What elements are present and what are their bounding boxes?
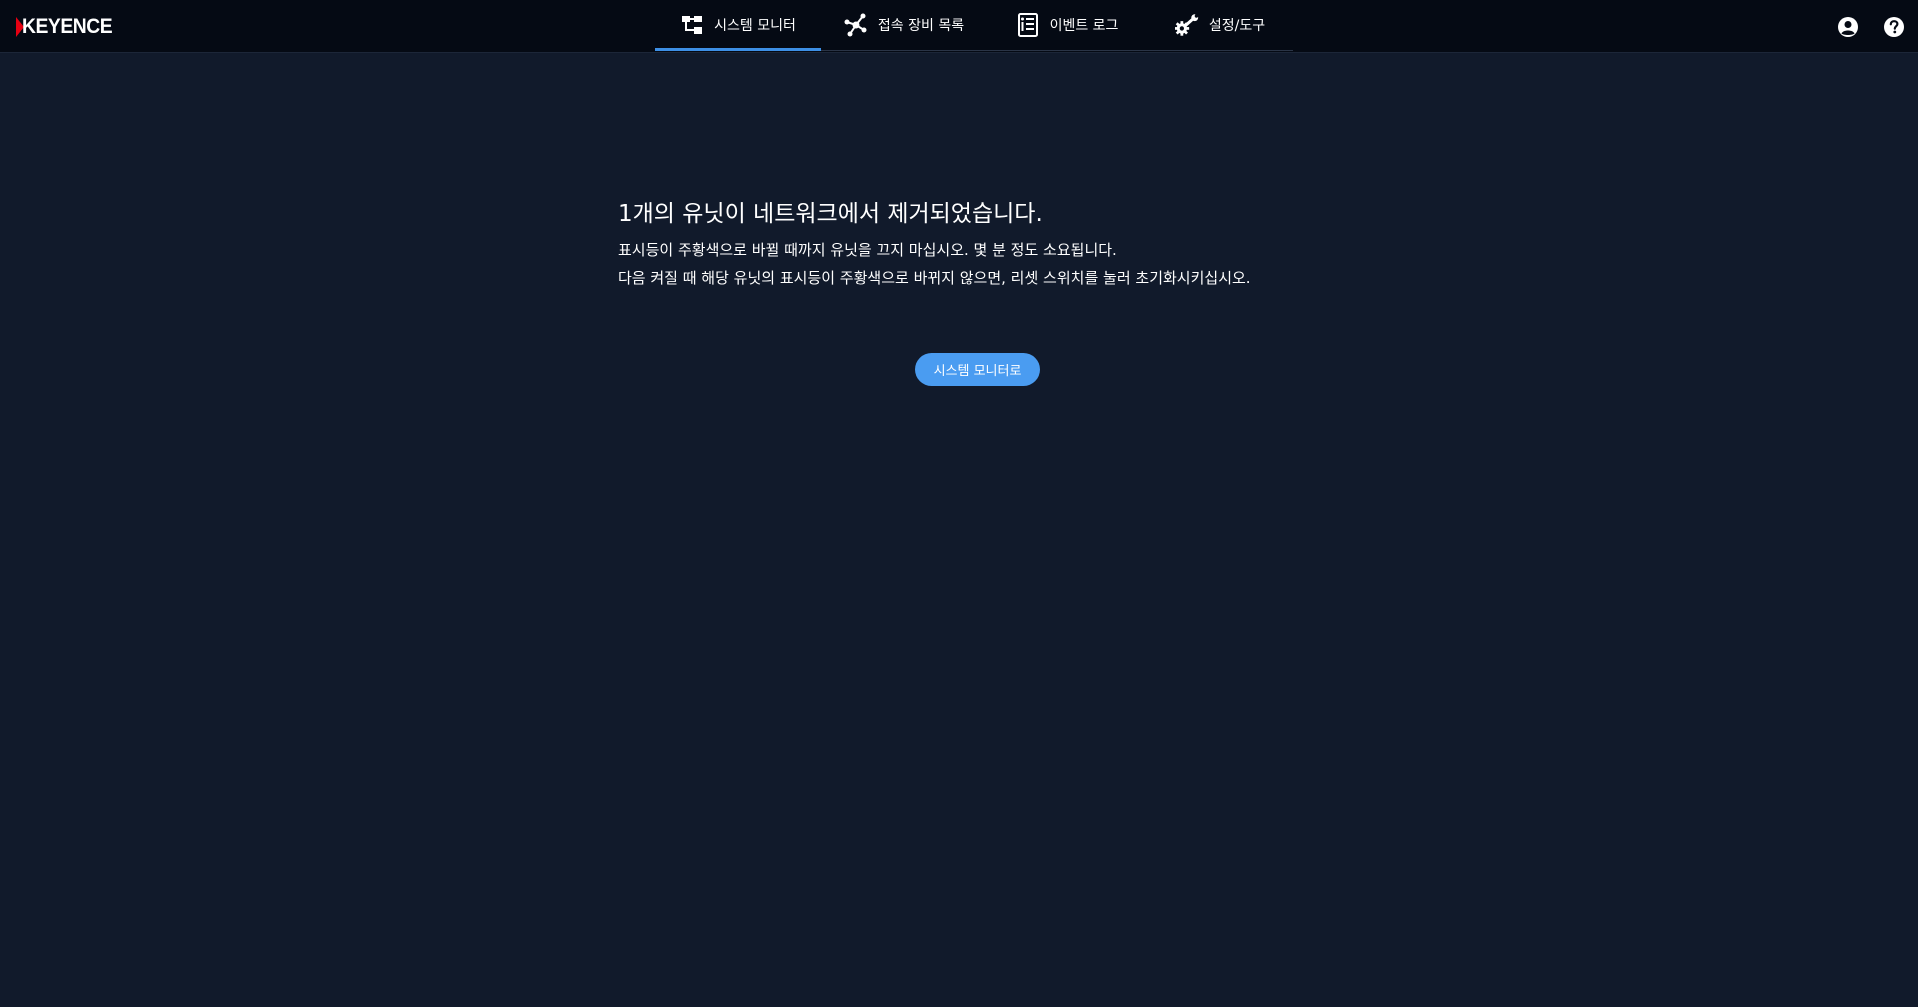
go-to-system-monitor-button[interactable]: 시스템 모니터로 (915, 353, 1040, 386)
tab-event-log-label: 이벤트 로그 (1049, 18, 1119, 34)
hierarchy-icon (680, 13, 704, 37)
main-nav-tabs: 시스템 모니터 접속 장비 목록 이벤트 로그 설정/도구 (655, 0, 1293, 51)
message-title: 1개의 유닛이 네트워크에서 제거되었습니다. (618, 201, 1043, 227)
tab-system-monitor-label: 시스템 모니터 (714, 18, 796, 34)
tab-connected-devices-label: 접속 장비 목록 (877, 18, 965, 34)
tab-event-log[interactable]: 이벤트 로그 (987, 0, 1147, 50)
message-instruction-2: 다음 켜질 때 해당 유닛의 표시등이 주황색으로 바뀌지 않으면, 리셋 스위… (618, 269, 1251, 287)
user-account-icon[interactable] (1836, 15, 1860, 39)
removal-message: 1개의 유닛이 네트워크에서 제거되었습니다. 표시등이 주황색으로 바뀔 때까… (618, 196, 1338, 292)
message-instruction-1: 표시등이 주황색으로 바뀔 때까지 유닛을 끄지 마십시오. 몇 분 정도 소요… (618, 241, 1117, 259)
network-nodes-icon (844, 13, 868, 37)
header-actions (1836, 0, 1918, 53)
help-icon[interactable] (1882, 15, 1906, 39)
tab-settings-tools[interactable]: 설정/도구 (1147, 0, 1293, 50)
event-log-icon (1016, 13, 1040, 37)
logo-text: KEYENCE (22, 15, 113, 38)
tab-settings-tools-label: 설정/도구 (1208, 18, 1266, 34)
tab-system-monitor[interactable]: 시스템 모니터 (655, 0, 821, 51)
keyence-logo: KEYENCE (16, 15, 120, 38)
gear-wrench-icon (1174, 13, 1199, 37)
tab-connected-devices[interactable]: 접속 장비 목록 (821, 0, 987, 50)
top-navigation-bar: KEYENCE 시스템 모니터 접속 장비 목록 이벤트 로그 설정/도구 (0, 0, 1918, 53)
